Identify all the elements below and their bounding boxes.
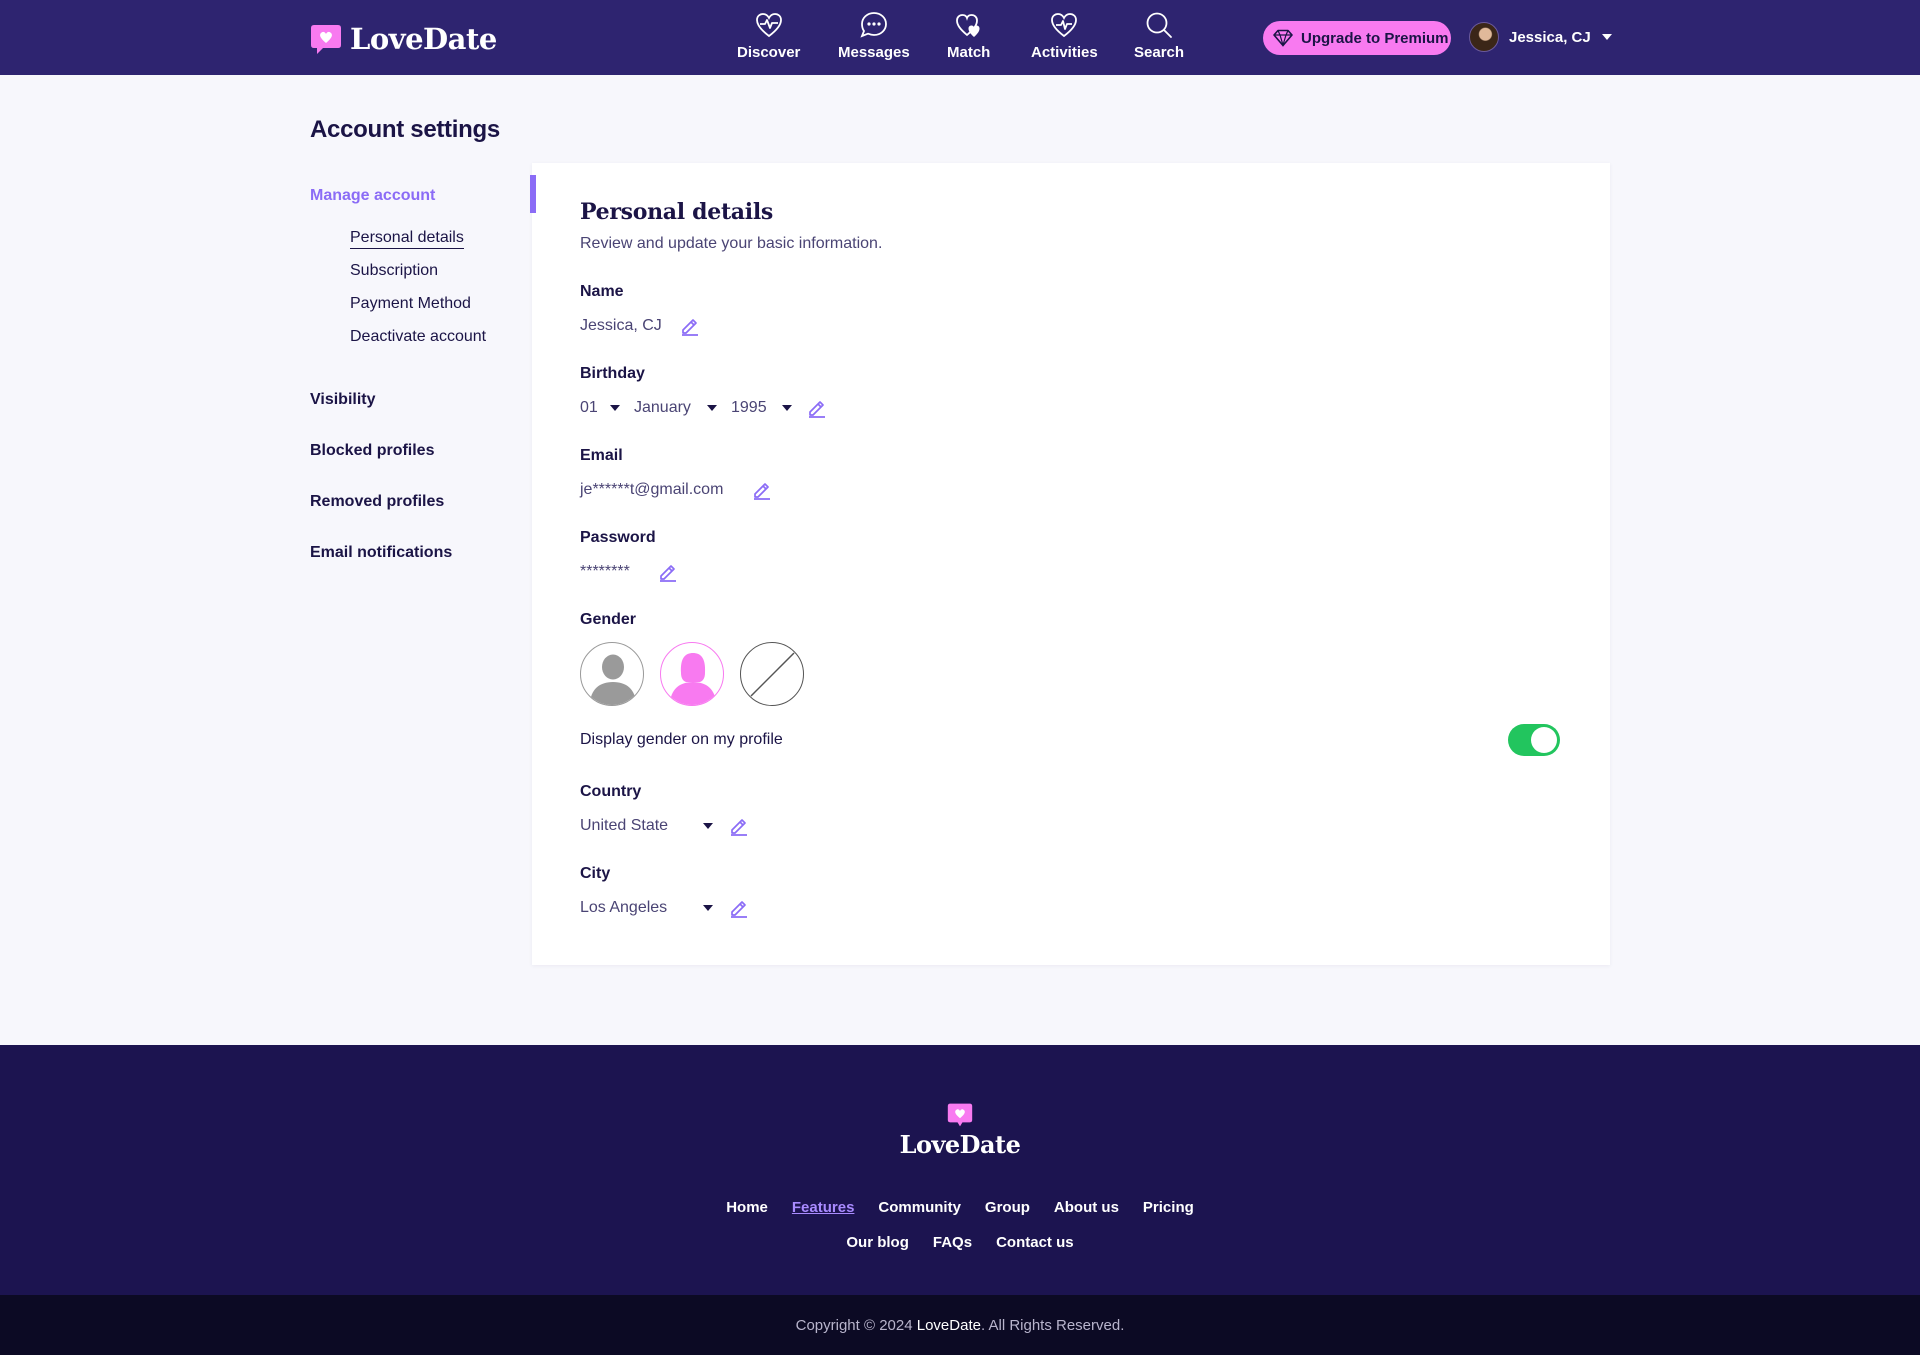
section-subtitle: Review and update your basic information… [580,235,883,252]
hearts-icon [955,14,980,37]
logo-heart-bubble-icon [947,1103,973,1127]
footer-links-primary: Home Features Community Group About us P… [0,1199,1920,1216]
sidebar-blocked-profiles[interactable]: Blocked profiles [310,442,434,460]
upgrade-label: Upgrade to Premium [1301,29,1449,47]
city-select[interactable]: Los Angeles [580,899,667,917]
no-gender-slash-icon [750,652,795,697]
personal-details-card [532,163,1610,965]
brand-name: LoveDate [350,22,497,56]
gender-label: Gender [580,611,637,628]
nav-search[interactable]: Search [1134,10,1184,61]
chevron-down-icon[interactable] [703,823,713,829]
heart-activity-icon [1051,13,1078,38]
sidebar-manage-account[interactable]: Manage account [310,187,435,205]
footer-link-home[interactable]: Home [726,1199,768,1216]
nav-messages[interactable]: Messages [838,10,910,61]
diamond-icon [1273,29,1293,47]
sidebar-removed-profiles[interactable]: Removed profiles [310,493,444,511]
chevron-down-icon[interactable] [782,405,792,411]
gender-option-none[interactable] [740,642,804,706]
footer-link-pricing[interactable]: Pricing [1143,1199,1194,1216]
footer-link-group[interactable]: Group [985,1199,1030,1216]
footer-link-community[interactable]: Community [878,1199,961,1216]
upgrade-to-premium-button[interactable]: Upgrade to Premium [1263,21,1451,55]
chevron-down-icon[interactable] [703,905,713,911]
nav-match[interactable]: Match [947,10,990,61]
footer-brand-name: LoveDate [899,1130,1021,1159]
footer-link-faqs[interactable]: FAQs [933,1234,972,1251]
nav-label: Search [1134,44,1185,61]
footer-link-features[interactable]: Features [792,1199,855,1216]
avatar [1469,22,1499,52]
edit-password-pencil-icon[interactable] [658,562,678,582]
edit-country-pencil-icon[interactable] [729,816,749,836]
footer [0,1045,1920,1295]
chat-bubble-icon [860,12,887,38]
name-value: Jessica, CJ [580,317,662,334]
user-menu[interactable]: Jessica, CJ [1469,22,1613,52]
email-value: je******t@gmail.com [580,481,724,498]
edit-name-pencil-icon[interactable] [680,316,700,336]
nav-label: Activities [1031,44,1098,61]
birthday-month-select[interactable]: January [634,399,691,417]
gender-option-male[interactable] [580,642,644,706]
copyright-text: Copyright © 2024 LoveDate. All Rights Re… [0,1317,1920,1334]
sidebar-item-payment-method[interactable]: Payment Method [350,295,471,313]
footer-link-our-blog[interactable]: Our blog [846,1234,909,1251]
top-navigation-bar: LoveDate Discover Messages Match Activit… [0,0,1920,75]
copyright-suffix: . All Rights Reserved. [980,1317,1125,1334]
logo-heart-bubble-icon [311,25,341,54]
female-person-icon [670,653,716,705]
password-value: ******** [580,563,630,580]
edit-city-pencil-icon[interactable] [729,898,749,918]
copyright-brand: LoveDate [916,1317,981,1334]
name-label: Name [580,283,624,300]
male-person-icon [590,654,636,705]
display-gender-toggle[interactable] [1508,724,1560,756]
page-title: Account settings [310,116,500,143]
nav-activities[interactable]: Activities [1031,10,1098,61]
nav-discover[interactable]: Discover [737,10,800,61]
gender-option-female[interactable] [660,642,724,706]
heart-pulse-icon [755,13,782,38]
country-select[interactable]: United State [580,817,668,835]
nav-label: Messages [838,44,910,61]
birthday-year-select[interactable]: 1995 [731,399,767,417]
sidebar-item-personal-details[interactable]: Personal details [350,229,464,249]
edit-email-pencil-icon[interactable] [752,480,772,500]
country-label: Country [580,783,642,800]
toggle-knob [1531,727,1557,753]
sidebar-item-subscription[interactable]: Subscription [350,262,438,280]
display-gender-label: Display gender on my profile [580,731,783,748]
sidebar-email-notifications[interactable]: Email notifications [310,544,452,562]
active-section-indicator [530,175,536,213]
chevron-down-icon[interactable] [610,405,620,411]
footer-link-contact-us[interactable]: Contact us [996,1234,1074,1251]
sidebar-item-deactivate-account[interactable]: Deactivate account [350,328,486,346]
sidebar-visibility[interactable]: Visibility [310,391,376,409]
brand-logo[interactable]: LoveDate [310,22,497,56]
search-icon [1146,12,1172,38]
user-name: Jessica, CJ [1509,28,1591,46]
footer-links-secondary: Our blog FAQs Contact us [0,1234,1920,1251]
footer-link-about-us[interactable]: About us [1054,1199,1119,1216]
city-label: City [580,865,611,882]
footer-brand-logo[interactable]: LoveDate [0,1102,1920,1159]
email-label: Email [580,447,623,464]
birthday-label: Birthday [580,365,645,382]
copyright-prefix: Copyright © 2024 [795,1317,913,1334]
nav-label: Discover [737,44,801,61]
password-label: Password [580,529,656,546]
edit-birthday-pencil-icon[interactable] [807,398,827,418]
birthday-day-select[interactable]: 01 [580,399,598,417]
chevron-down-icon[interactable] [707,405,717,411]
section-title: Personal details [580,199,773,225]
nav-label: Match [947,44,991,61]
chevron-down-icon [1601,34,1612,40]
